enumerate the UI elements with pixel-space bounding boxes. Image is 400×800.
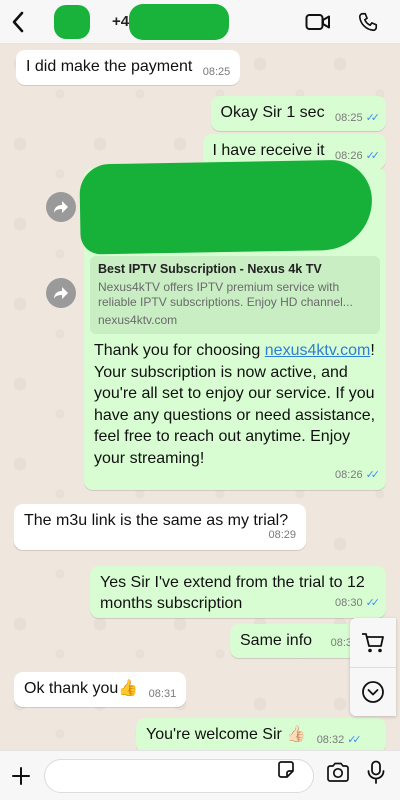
message-time: 08:30 — [335, 597, 363, 609]
microphone-button[interactable] — [362, 758, 390, 786]
shop-button[interactable] — [350, 618, 396, 667]
forward-arrow-icon — [54, 287, 68, 299]
link-preview-description: Nexus4kTV offers IPTV premium service wi… — [98, 280, 353, 309]
back-button[interactable] — [0, 0, 36, 44]
redacted-image — [79, 159, 373, 255]
scroll-down-button[interactable] — [350, 667, 396, 716]
message-text: Thank you for choosing nexus4ktv.com! Yo… — [94, 340, 378, 469]
chevron-down-circle-icon — [362, 681, 384, 703]
phone-icon — [358, 12, 378, 32]
message-outgoing[interactable]: Yes Sir I've extend from the trial to 12… — [90, 566, 386, 618]
message-text: The m3u link is the same as my trial? — [24, 512, 289, 529]
message-time: 08:25 — [202, 66, 231, 78]
contact-name[interactable]: +4 — [98, 3, 230, 40]
forward-arrow-icon — [54, 201, 68, 213]
camera-icon — [327, 762, 349, 782]
message-time: 08:26 — [335, 469, 363, 481]
message-link[interactable]: nexus4ktv.com — [265, 342, 371, 359]
message-text: Ok thank you👍 — [24, 680, 139, 697]
redacted-number — [129, 3, 230, 40]
camera-button[interactable] — [324, 758, 352, 786]
read-ticks-icon: ✓✓ — [365, 597, 381, 609]
shopping-cart-icon — [362, 632, 384, 652]
link-preview-domain: nexus4ktv.com — [98, 313, 178, 327]
microphone-icon — [367, 760, 385, 784]
message-time: 08:31 — [148, 688, 177, 700]
message-text: I have receive it — [212, 142, 325, 159]
chat-header: +4 — [0, 0, 400, 44]
message-outgoing[interactable]: Okay Sir 1 sec 08:25 ✓✓ — [210, 96, 386, 131]
message-time: 08:32 — [316, 734, 345, 746]
message-text: Same info — [240, 632, 313, 649]
message-outgoing[interactable]: You're welcome Sir 👍🏻 08:32 ✓✓ — [136, 718, 386, 753]
video-call-button[interactable] — [304, 8, 332, 36]
message-incoming[interactable]: I did make the payment 08:25 — [16, 50, 241, 85]
read-ticks-icon: ✓✓ — [365, 469, 381, 481]
message-time: 08:3 — [330, 637, 352, 649]
message-text: You're welcome Sir 👍🏻 — [146, 726, 307, 743]
message-outgoing-link[interactable]: Best IPTV Subscription - Nexus 4k TV Nex… — [79, 159, 386, 490]
message-text: I did make the payment — [26, 58, 193, 75]
floating-action-panel — [350, 618, 396, 716]
message-text: Okay Sir 1 sec — [220, 104, 325, 121]
message-text: Yes Sir I've extend from the trial to 12… — [100, 574, 365, 612]
message-time: 08:25 — [335, 112, 363, 124]
message-incoming[interactable]: The m3u link is the same as my trial? 08… — [14, 504, 306, 550]
message-incoming[interactable]: Ok thank you👍 08:31 — [14, 672, 187, 707]
read-ticks-icon: ✓✓ — [347, 734, 362, 746]
read-ticks-icon: ✓✓ — [365, 150, 381, 162]
sticker-icon — [278, 761, 294, 778]
message-text-after: ! Your subscription is now active, and y… — [94, 342, 376, 467]
avatar[interactable] — [54, 4, 90, 39]
forward-button[interactable] — [46, 192, 76, 222]
forward-button[interactable] — [46, 278, 76, 308]
sticker-button[interactable] — [274, 758, 298, 782]
link-preview[interactable]: Best IPTV Subscription - Nexus 4k TV Nex… — [90, 256, 380, 334]
attach-button[interactable] — [0, 755, 42, 797]
message-time: 08:29 — [268, 529, 296, 541]
plus-icon — [12, 766, 30, 785]
back-chevron-icon — [12, 11, 24, 32]
read-ticks-icon: ✓✓ — [365, 112, 381, 124]
voice-call-button[interactable] — [354, 8, 382, 36]
link-preview-title: Best IPTV Subscription - Nexus 4k TV — [98, 262, 322, 276]
video-call-icon — [305, 14, 330, 30]
contact-number-prefix: +4 — [112, 13, 130, 30]
message-text-before: Thank you for choosing — [94, 342, 261, 359]
